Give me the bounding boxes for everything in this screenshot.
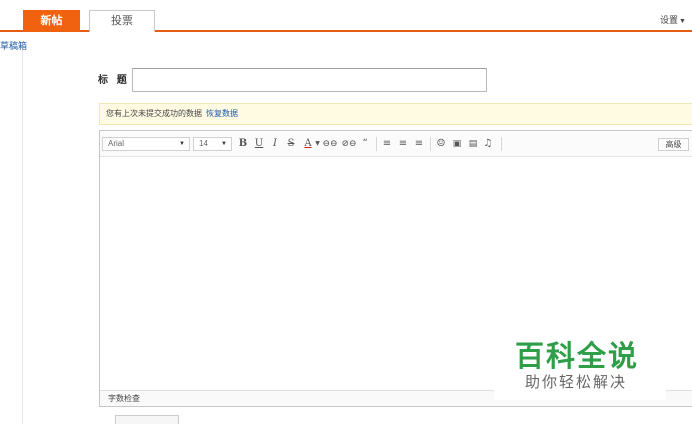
align-center-icon[interactable]: ≡ (397, 137, 409, 151)
unlink-icon[interactable]: ⊘⊖ (341, 137, 357, 151)
editor-toolbar: Arial ▼ 14 ▼ B U I S A ▼ ⊖⊖ ⊘⊖ “ ≡ ≡ ≡ ☺… (100, 131, 692, 157)
tab-poll[interactable]: 投票 (89, 10, 155, 32)
strikethrough-icon[interactable]: S (285, 137, 297, 151)
dropdown-arrow-icon: ▼ (221, 141, 227, 147)
color-dropdown-icon[interactable]: ▼ (314, 137, 321, 151)
drafts-link[interactable]: 草稿箱 (0, 39, 27, 52)
bottom-button-partial[interactable] (115, 415, 179, 424)
underline-icon[interactable]: U (253, 137, 265, 151)
toolbar-separator (430, 137, 431, 151)
font-family-select[interactable]: Arial ▼ (102, 137, 190, 151)
link-icon[interactable]: ⊖⊖ (322, 137, 338, 151)
bold-icon[interactable]: B (237, 137, 249, 151)
watermark-sub-text: 助你轻松解决 (525, 373, 628, 391)
font-size-select[interactable]: 14 ▼ (193, 137, 232, 151)
left-divider (22, 47, 23, 424)
font-family-value: Arial (108, 139, 125, 148)
italic-icon[interactable]: I (269, 137, 281, 151)
dropdown-arrow-icon: ▼ (179, 141, 185, 147)
title-input[interactable] (132, 68, 487, 92)
restore-notice: 您有上次未提交成功的数据 恢复数据 (99, 103, 692, 125)
caret-down-icon: ▼ (679, 18, 686, 25)
font-size-value: 14 (199, 139, 208, 148)
tab-new-post[interactable]: 新帖 (23, 10, 80, 32)
settings-label: 设置 (660, 15, 679, 25)
tab-bar: 新帖 投票 设置▼ (0, 0, 692, 32)
align-right-icon[interactable]: ≡ (413, 137, 425, 151)
title-label: 标 题 (98, 75, 130, 86)
toolbar-separator (376, 137, 377, 151)
watermark: 百科全说 助你轻松解决 (494, 330, 666, 400)
watermark-main-text: 百科全说 (515, 339, 640, 373)
image-icon[interactable]: ▣ (450, 137, 464, 151)
font-color-icon[interactable]: A (302, 137, 314, 151)
settings-menu[interactable]: 设置▼ (660, 13, 686, 26)
align-left-icon[interactable]: ≡ (381, 137, 393, 151)
notice-text: 您有上次未提交成功的数据 (106, 109, 202, 118)
toolbar-separator (501, 137, 502, 151)
smiley-icon[interactable]: ☺ (434, 137, 448, 151)
quote-icon[interactable]: “ (359, 137, 371, 151)
music-icon[interactable]: ♫ (481, 137, 495, 151)
video-icon[interactable]: ▤ (466, 137, 480, 151)
restore-data-link[interactable]: 恢复数据 (206, 109, 238, 118)
advanced-mode-button[interactable]: 高级 (658, 138, 689, 151)
word-check-link[interactable]: 字数检查 (108, 394, 140, 403)
